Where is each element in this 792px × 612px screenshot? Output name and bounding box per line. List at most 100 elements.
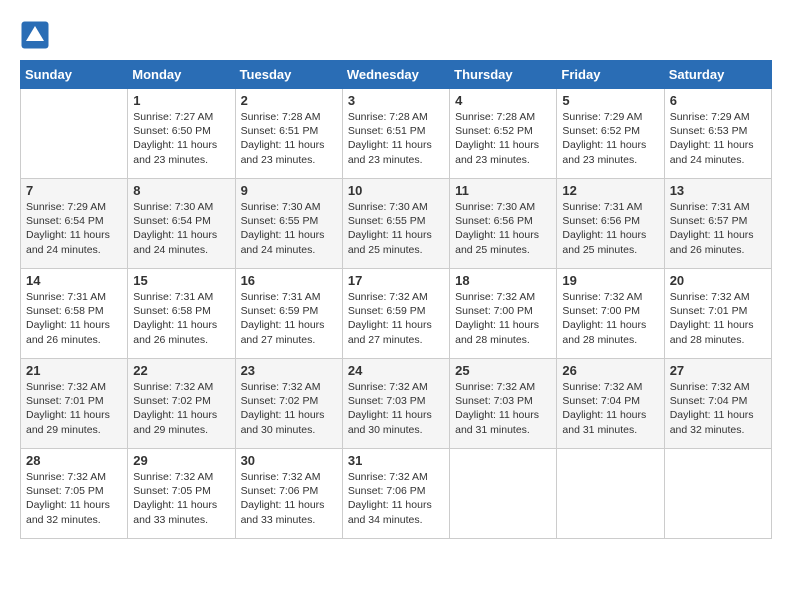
calendar-cell: 13Sunrise: 7:31 AMSunset: 6:57 PMDayligh…: [664, 179, 771, 269]
header-row: SundayMondayTuesdayWednesdayThursdayFrid…: [21, 61, 772, 89]
calendar-cell: 31 Sunrise: 7:32 AMSunset: 7:06 PMDayligh…: [342, 449, 449, 539]
day-number: 2: [241, 93, 337, 108]
day-number: 16: [241, 273, 337, 288]
day-header-monday: Monday: [128, 61, 235, 89]
day-header-thursday: Thursday: [450, 61, 557, 89]
calendar-cell: 1Sunrise: 7:27 AMSunset: 6:50 PMDaylight…: [128, 89, 235, 179]
day-number: 28: [26, 453, 122, 468]
calendar-cell: 24 Sunrise: 7:32 AMSunset: 7:03 PMDayligh…: [342, 359, 449, 449]
day-info: Sunrise: 7:31 AMSunset: 6:59 PMDaylight:…: [241, 290, 337, 347]
calendar-cell: 28 Sunrise: 7:32 AMSunset: 7:05 PMDayligh…: [21, 449, 128, 539]
calendar-cell: 5 Sunrise: 7:29 AMSunset: 6:52 PMDaylight…: [557, 89, 664, 179]
day-number: 3: [348, 93, 444, 108]
day-info: Sunrise: 7:28 AMSunset: 6:51 PMDaylight:…: [241, 110, 337, 167]
week-row-2: 14Sunrise: 7:31 AMSunset: 6:58 PMDayligh…: [21, 269, 772, 359]
day-number: 10: [348, 183, 444, 198]
day-number: 1: [133, 93, 229, 108]
calendar-cell: [450, 449, 557, 539]
calendar-cell: 22 Sunrise: 7:32 AMSunset: 7:02 PMDayligh…: [128, 359, 235, 449]
day-info: Sunrise: 7:32 AMSunset: 7:06 PMDaylight:…: [348, 470, 444, 527]
day-info: Sunrise: 7:29 AMSunset: 6:54 PMDaylight:…: [26, 200, 122, 257]
day-number: 19: [562, 273, 658, 288]
calendar-cell: 30Sunrise: 7:32 AMSunset: 7:06 PMDayligh…: [235, 449, 342, 539]
day-info: Sunrise: 7:32 AMSunset: 7:04 PMDaylight:…: [562, 380, 658, 437]
day-header-saturday: Saturday: [664, 61, 771, 89]
day-header-tuesday: Tuesday: [235, 61, 342, 89]
calendar-cell: 12 Sunrise: 7:31 AMSunset: 6:56 PMDayligh…: [557, 179, 664, 269]
day-info: Sunrise: 7:28 AMSunset: 6:52 PMDaylight:…: [455, 110, 551, 167]
day-info: Sunrise: 7:32 AMSunset: 7:02 PMDaylight:…: [241, 380, 337, 437]
day-info: Sunrise: 7:29 AMSunset: 6:52 PMDaylight:…: [562, 110, 658, 167]
day-info: Sunrise: 7:32 AMSunset: 7:04 PMDaylight:…: [670, 380, 766, 437]
day-info: Sunrise: 7:32 AMSunset: 7:01 PMDaylight:…: [26, 380, 122, 437]
day-info: Sunrise: 7:28 AMSunset: 6:51 PMDaylight:…: [348, 110, 444, 167]
day-header-wednesday: Wednesday: [342, 61, 449, 89]
week-row-0: 1Sunrise: 7:27 AMSunset: 6:50 PMDaylight…: [21, 89, 772, 179]
day-number: 17: [348, 273, 444, 288]
day-number: 15: [133, 273, 229, 288]
calendar-cell: [21, 89, 128, 179]
day-info: Sunrise: 7:32 AMSunset: 7:05 PMDaylight:…: [133, 470, 229, 527]
calendar-cell: [557, 449, 664, 539]
day-info: Sunrise: 7:30 AMSunset: 6:56 PMDaylight:…: [455, 200, 551, 257]
calendar-cell: [664, 449, 771, 539]
calendar-cell: 23 Sunrise: 7:32 AMSunset: 7:02 PMDayligh…: [235, 359, 342, 449]
day-info: Sunrise: 7:32 AMSunset: 7:05 PMDaylight:…: [26, 470, 122, 527]
calendar-cell: 9 Sunrise: 7:30 AMSunset: 6:55 PMDaylight…: [235, 179, 342, 269]
day-number: 5: [562, 93, 658, 108]
day-number: 21: [26, 363, 122, 378]
day-number: 24: [348, 363, 444, 378]
week-row-1: 7 Sunrise: 7:29 AMSunset: 6:54 PMDaylight…: [21, 179, 772, 269]
week-row-3: 21 Sunrise: 7:32 AMSunset: 7:01 PMDayligh…: [21, 359, 772, 449]
calendar-cell: 4 Sunrise: 7:28 AMSunset: 6:52 PMDaylight…: [450, 89, 557, 179]
day-number: 7: [26, 183, 122, 198]
calendar-table: SundayMondayTuesdayWednesdayThursdayFrid…: [20, 60, 772, 539]
calendar-cell: 8 Sunrise: 7:30 AMSunset: 6:54 PMDaylight…: [128, 179, 235, 269]
day-info: Sunrise: 7:31 AMSunset: 6:56 PMDaylight:…: [562, 200, 658, 257]
logo-icon: [20, 20, 50, 50]
logo: [20, 20, 52, 50]
calendar-cell: 26Sunrise: 7:32 AMSunset: 7:04 PMDayligh…: [557, 359, 664, 449]
day-info: Sunrise: 7:32 AMSunset: 7:01 PMDaylight:…: [670, 290, 766, 347]
header: [20, 20, 772, 50]
day-number: 4: [455, 93, 551, 108]
calendar-cell: 27 Sunrise: 7:32 AMSunset: 7:04 PMDayligh…: [664, 359, 771, 449]
day-info: Sunrise: 7:32 AMSunset: 7:06 PMDaylight:…: [241, 470, 337, 527]
calendar-cell: 25Sunrise: 7:32 AMSunset: 7:03 PMDayligh…: [450, 359, 557, 449]
day-info: Sunrise: 7:32 AMSunset: 7:03 PMDaylight:…: [455, 380, 551, 437]
week-row-4: 28 Sunrise: 7:32 AMSunset: 7:05 PMDayligh…: [21, 449, 772, 539]
day-number: 29: [133, 453, 229, 468]
calendar-cell: 20 Sunrise: 7:32 AMSunset: 7:01 PMDayligh…: [664, 269, 771, 359]
day-number: 9: [241, 183, 337, 198]
day-info: Sunrise: 7:30 AMSunset: 6:55 PMDaylight:…: [348, 200, 444, 257]
calendar-cell: 17 Sunrise: 7:32 AMSunset: 6:59 PMDayligh…: [342, 269, 449, 359]
calendar-cell: 18 Sunrise: 7:32 AMSunset: 7:00 PMDayligh…: [450, 269, 557, 359]
day-number: 27: [670, 363, 766, 378]
calendar-cell: 16 Sunrise: 7:31 AMSunset: 6:59 PMDayligh…: [235, 269, 342, 359]
calendar-cell: 7 Sunrise: 7:29 AMSunset: 6:54 PMDaylight…: [21, 179, 128, 269]
day-header-sunday: Sunday: [21, 61, 128, 89]
day-number: 11: [455, 183, 551, 198]
day-number: 22: [133, 363, 229, 378]
day-info: Sunrise: 7:31 AMSunset: 6:58 PMDaylight:…: [26, 290, 122, 347]
day-info: Sunrise: 7:32 AMSunset: 7:02 PMDaylight:…: [133, 380, 229, 437]
day-info: Sunrise: 7:32 AMSunset: 7:00 PMDaylight:…: [562, 290, 658, 347]
day-info: Sunrise: 7:30 AMSunset: 6:55 PMDaylight:…: [241, 200, 337, 257]
day-number: 12: [562, 183, 658, 198]
calendar-cell: 15 Sunrise: 7:31 AMSunset: 6:58 PMDayligh…: [128, 269, 235, 359]
day-number: 23: [241, 363, 337, 378]
day-number: 20: [670, 273, 766, 288]
calendar-cell: 21 Sunrise: 7:32 AMSunset: 7:01 PMDayligh…: [21, 359, 128, 449]
day-info: Sunrise: 7:32 AMSunset: 7:00 PMDaylight:…: [455, 290, 551, 347]
day-info: Sunrise: 7:31 AMSunset: 6:58 PMDaylight:…: [133, 290, 229, 347]
day-number: 31: [348, 453, 444, 468]
calendar-cell: 6Sunrise: 7:29 AMSunset: 6:53 PMDaylight…: [664, 89, 771, 179]
day-info: Sunrise: 7:32 AMSunset: 6:59 PMDaylight:…: [348, 290, 444, 347]
day-info: Sunrise: 7:32 AMSunset: 7:03 PMDaylight:…: [348, 380, 444, 437]
day-number: 8: [133, 183, 229, 198]
day-info: Sunrise: 7:30 AMSunset: 6:54 PMDaylight:…: [133, 200, 229, 257]
calendar-cell: 11 Sunrise: 7:30 AMSunset: 6:56 PMDayligh…: [450, 179, 557, 269]
calendar-cell: 29 Sunrise: 7:32 AMSunset: 7:05 PMDayligh…: [128, 449, 235, 539]
day-number: 18: [455, 273, 551, 288]
calendar-cell: 3 Sunrise: 7:28 AMSunset: 6:51 PMDaylight…: [342, 89, 449, 179]
